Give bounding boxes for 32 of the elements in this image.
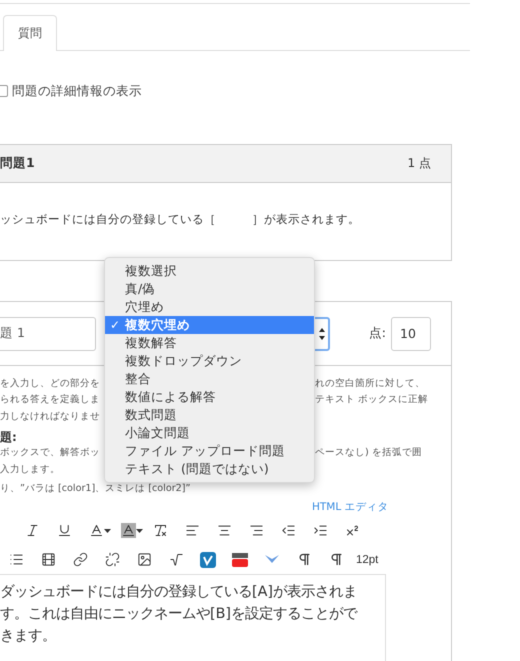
checkbox-label: 問題の詳細情報の表示 [12,82,142,100]
help-text: ペースなし) を括弧で囲 [315,446,422,460]
help-text: ボックスで、解答ボッ [0,446,100,460]
menu-item[interactable]: 数式問題 [105,406,314,424]
help-text: 入力します。 [0,462,60,476]
menu-item[interactable]: ファイル アップロード問題 [105,442,314,460]
menu-item[interactable]: テキスト (問題ではない) [105,460,314,478]
question-title: 問題1 [0,155,35,172]
help-text: テキスト ボックスに正解 [315,393,428,406]
question-text: ッシュボードには自分の登録している［ ］が表示されます。 [0,212,360,226]
menu-item[interactable]: 複数解答 [105,334,314,352]
menu-item[interactable]: 整合 [105,370,314,388]
menu-item[interactable]: 数値による解答 [105,388,314,406]
menu-item[interactable]: ✓ 複数穴埋め [105,316,314,334]
help-text: られる答えを定義しま [0,393,100,406]
rich-text-editor[interactable]: ダッシュボードには自分の登録している[A]が表示されます。これは自由にニックネームや[B]を設定することができます。 [0,574,386,661]
help-text: 力しなければなりませ [0,410,100,423]
question-title-field[interactable]: 題 1 [0,316,96,350]
question-points: 1 点 [408,155,431,172]
menu-item[interactable]: 穴埋め [105,298,314,316]
help-text: り、”バラは [color1]、スミレは [color2]” [0,482,190,496]
points-label: 点: [368,325,386,342]
example-heading: 題: [0,428,17,444]
font-size-select[interactable]: 12pt [352,548,382,570]
menu-item[interactable]: 複数選択 [105,262,314,280]
menu-item[interactable]: 真/偽 [105,280,314,298]
help-text: れの空白箇所に対して、 [315,376,425,390]
menu-item[interactable]: 複数ドロップダウン [105,352,314,370]
points-field[interactable]: 10 [391,316,431,350]
tab[interactable]: 質問 [3,15,57,51]
menu-item[interactable]: 小論文問題 [105,424,314,442]
help-text: を入力し、どの部分を [0,376,100,390]
